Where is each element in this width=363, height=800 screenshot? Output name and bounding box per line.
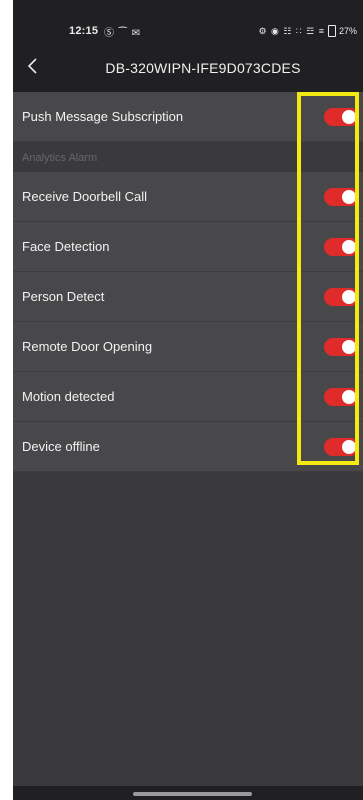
app-screen: 12:15 Ⓢ ⁀ ✉ ⚙ ◉ ☷ ∷ ☲ ≡ 27% DB-320WIPN-I…: [13, 0, 363, 800]
toggle-knob: [342, 240, 356, 254]
person-detect-label: Person Detect: [22, 289, 105, 304]
status-time: 12:15: [69, 25, 99, 37]
status-bar: 12:15 Ⓢ ⁀ ✉ ⚙ ◉ ☷ ∷ ☲ ≡ 27%: [13, 22, 363, 42]
home-indicator[interactable]: [133, 792, 252, 796]
receive-doorbell-call-row: Receive Doorbell Call: [13, 172, 363, 222]
person-detect-toggle[interactable]: [324, 288, 359, 306]
system-icons: ⚙ ◉ ☷ ∷ ☲ ≡: [258, 25, 325, 36]
system-status: ⚙ ◉ ☷ ∷ ☲ ≡ 27%: [258, 25, 357, 37]
chevron-left-icon: [27, 58, 37, 74]
motion-detected-label: Motion detected: [22, 389, 115, 404]
battery-percent: 27%: [338, 26, 357, 36]
toggle-knob: [342, 440, 356, 454]
remote-door-opening-label: Remote Door Opening: [22, 339, 153, 354]
notification-icons: Ⓢ ⁀ ✉: [104, 28, 141, 39]
section-title: Analytics Alarm: [22, 152, 98, 164]
push-subscription-toggle[interactable]: [324, 108, 359, 126]
settings-list: Push Message Subscription Analytics Alar…: [13, 92, 363, 472]
app-header: 12:15 Ⓢ ⁀ ✉ ⚙ ◉ ☷ ∷ ☲ ≡ 27% DB-320WIPN-I…: [13, 0, 363, 92]
toggle-knob: [342, 290, 356, 304]
push-subscription-row: Push Message Subscription: [13, 92, 363, 142]
toggle-knob: [342, 340, 356, 354]
remote-door-opening-row: Remote Door Opening: [13, 322, 363, 372]
toggle-knob: [342, 190, 356, 204]
motion-detected-toggle[interactable]: [324, 388, 359, 406]
device-offline-label: Device offline: [22, 439, 100, 454]
face-detection-label: Face Detection: [22, 239, 110, 254]
receive-doorbell-call-toggle[interactable]: [324, 188, 359, 206]
face-detection-toggle[interactable]: [324, 238, 359, 256]
face-detection-row: Face Detection: [13, 222, 363, 272]
person-detect-row: Person Detect: [13, 272, 363, 322]
remote-door-opening-toggle[interactable]: [324, 338, 359, 356]
push-subscription-label: Push Message Subscription: [22, 109, 184, 124]
analytics-alarm-section-header: Analytics Alarm: [13, 142, 363, 172]
page-title: DB-320WIPN-IFE9D073CDES: [105, 60, 301, 76]
toggle-knob: [342, 390, 356, 404]
battery-icon: [327, 25, 336, 37]
device-offline-row: Device offline: [13, 422, 363, 472]
motion-detected-row: Motion detected: [13, 372, 363, 422]
title-bar: DB-320WIPN-IFE9D073CDES: [13, 50, 363, 86]
device-offline-toggle[interactable]: [324, 438, 359, 456]
phone-frame: 12:15 Ⓢ ⁀ ✉ ⚙ ◉ ☷ ∷ ☲ ≡ 27% DB-320WIPN-I…: [0, 0, 363, 800]
back-button[interactable]: [21, 54, 45, 78]
receive-doorbell-call-label: Receive Doorbell Call: [22, 189, 147, 204]
toggle-knob: [342, 110, 356, 124]
